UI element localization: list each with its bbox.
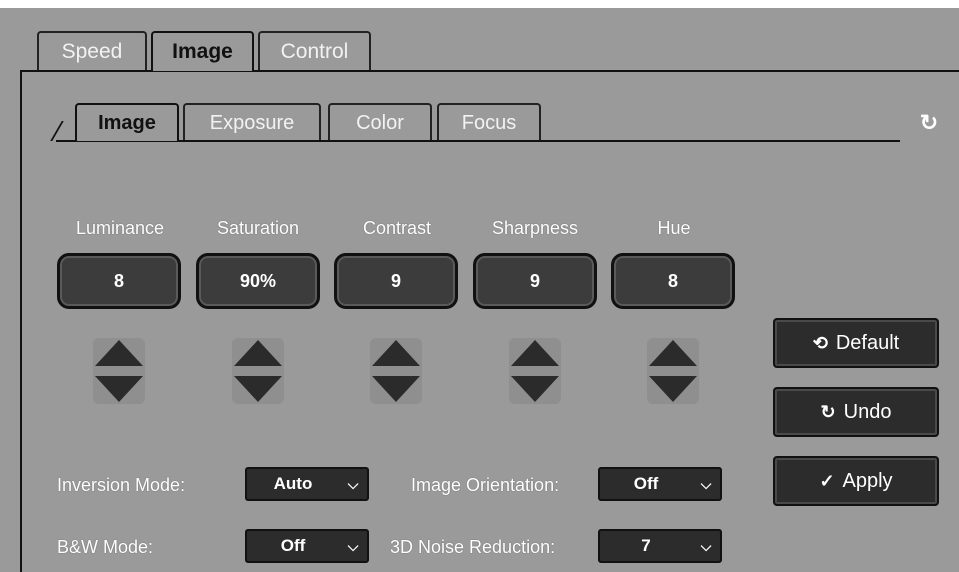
saturation-label: Saturation	[216, 218, 300, 238]
luminance-increase-icon[interactable]	[95, 340, 143, 366]
image-orientation-select[interactable]: Off ⌵	[598, 467, 722, 501]
saturation-decrease-icon[interactable]	[234, 376, 282, 402]
image-orientation-value: Off	[633, 474, 659, 493]
default-button-label: Default	[835, 331, 900, 354]
luminance-decrease-icon[interactable]	[95, 376, 143, 402]
subtab-focus[interactable]: Focus	[437, 103, 541, 141]
subtab-color[interactable]: Color	[328, 103, 432, 141]
image-orientation-label: Image Orientation:	[411, 475, 560, 495]
inversion-mode-label: Inversion Mode:	[57, 475, 186, 495]
inner-tab-line	[56, 140, 900, 142]
undo-icon: ↻	[820, 401, 836, 422]
sharpness-decrease-icon[interactable]	[511, 376, 559, 402]
hue-increase-icon[interactable]	[649, 340, 697, 366]
inversion-mode-select[interactable]: Auto ⌵	[245, 467, 369, 501]
subtab-image[interactable]: Image	[75, 103, 179, 141]
saturation-increase-icon[interactable]	[234, 340, 282, 366]
bw-mode-label: B&W Mode:	[57, 537, 154, 557]
refresh-icon[interactable]: ↻	[916, 110, 942, 136]
tab-image[interactable]: Image	[151, 31, 254, 71]
default-button[interactable]: ⟲ Default	[773, 318, 939, 368]
check-circle-icon: ✓	[819, 470, 835, 491]
sharpness-label: Sharpness	[491, 218, 579, 238]
hue-value[interactable]: 8	[611, 253, 735, 309]
reset-icon: ⟲	[812, 332, 828, 353]
contrast-label: Contrast	[362, 218, 432, 238]
hue-label: Hue	[657, 218, 691, 238]
sharpness-stepper	[509, 338, 561, 404]
tab-speed[interactable]: Speed	[37, 31, 147, 71]
chevron-down-icon: ⌵	[700, 475, 712, 492]
noise-reduction-label: 3D Noise Reduction:	[390, 537, 556, 557]
top-strip	[0, 0, 959, 8]
saturation-stepper	[232, 338, 284, 404]
inner-tab-edge	[50, 121, 64, 141]
sharpness-value[interactable]: 9	[473, 253, 597, 309]
apply-button[interactable]: ✓ Apply	[773, 456, 939, 506]
chevron-down-icon: ⌵	[700, 537, 712, 554]
contrast-increase-icon[interactable]	[372, 340, 420, 366]
contrast-value[interactable]: 9	[334, 253, 458, 309]
saturation-value[interactable]: 90%	[196, 253, 320, 309]
outer-frame-left	[20, 70, 22, 572]
hue-stepper	[647, 338, 699, 404]
hue-decrease-icon[interactable]	[649, 376, 697, 402]
luminance-label: Luminance	[75, 218, 165, 238]
chevron-down-icon: ⌵	[347, 475, 359, 492]
tab-control[interactable]: Control	[258, 31, 371, 71]
luminance-stepper	[93, 338, 145, 404]
undo-button[interactable]: ↻ Undo	[773, 387, 939, 437]
luminance-value[interactable]: 8	[57, 253, 181, 309]
contrast-stepper	[370, 338, 422, 404]
bw-mode-select[interactable]: Off ⌵	[245, 529, 369, 563]
inversion-mode-value: Auto	[273, 474, 313, 493]
apply-button-label: Apply	[842, 469, 893, 492]
noise-reduction-select[interactable]: 7 ⌵	[598, 529, 722, 563]
bw-mode-value: Off	[280, 536, 306, 555]
noise-reduction-value: 7	[641, 536, 651, 555]
contrast-decrease-icon[interactable]	[372, 376, 420, 402]
undo-button-label: Undo	[843, 400, 892, 423]
chevron-down-icon: ⌵	[347, 537, 359, 554]
sharpness-increase-icon[interactable]	[511, 340, 559, 366]
subtab-exposure[interactable]: Exposure	[183, 103, 321, 141]
